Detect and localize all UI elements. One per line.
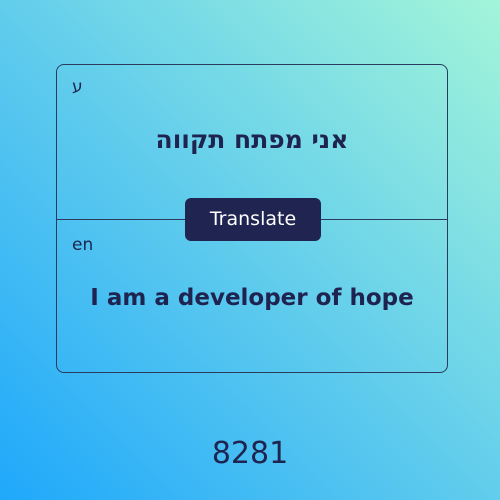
target-text: I am a developer of hope <box>90 285 414 311</box>
counter-value: 8281 <box>211 436 289 471</box>
source-text: אני מפתח תקווה <box>155 125 349 154</box>
translation-card: ע אני מפתח תקווה Translate en I am a dev… <box>56 64 448 373</box>
target-language-label: en <box>72 235 94 255</box>
source-language-label: ע <box>72 77 83 97</box>
translate-button[interactable]: Translate <box>185 198 321 241</box>
